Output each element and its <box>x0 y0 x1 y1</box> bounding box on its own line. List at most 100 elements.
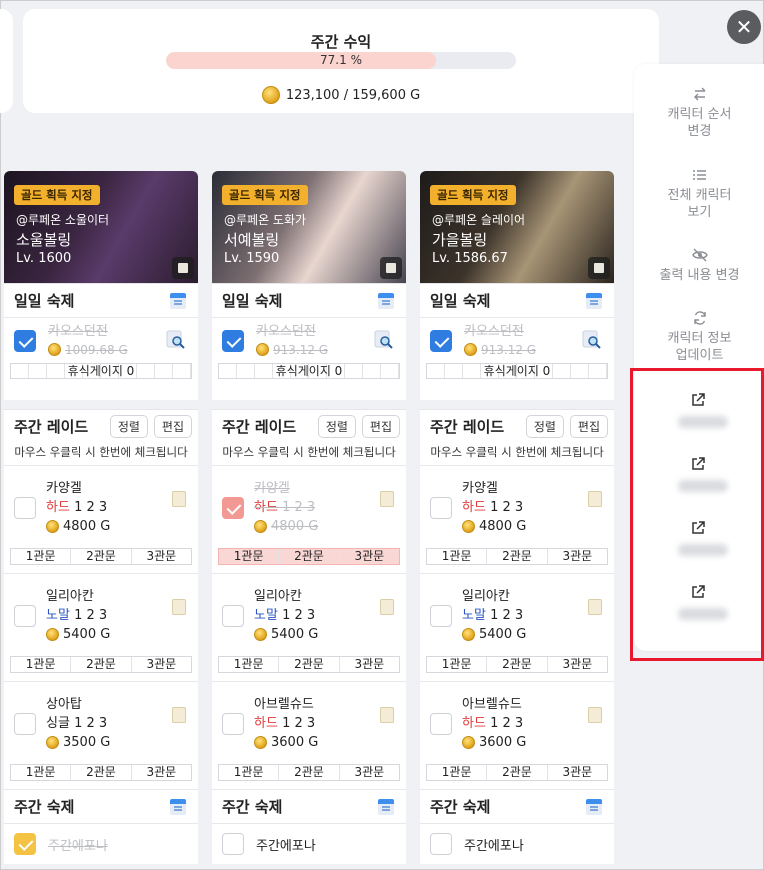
gate-1[interactable]: 1관문 <box>219 549 280 564</box>
raid-gates: 1 2 3 <box>490 716 524 731</box>
gold-coin-icon <box>462 628 475 641</box>
edit-button[interactable]: 편집 <box>569 415 608 438</box>
gate-3[interactable]: 3관문 <box>340 657 399 672</box>
raid-checkbox[interactable] <box>222 497 244 519</box>
gate-1[interactable]: 1관문 <box>11 765 72 780</box>
sort-button[interactable]: 정렬 <box>317 415 356 438</box>
weekly-task-checkbox[interactable] <box>222 833 244 855</box>
raid-memo-icon[interactable] <box>588 491 602 507</box>
edit-button[interactable]: 편집 <box>361 415 400 438</box>
raid-item: 일리아칸 노말 1 2 3 5400 G 1관문 2관문 3관문 <box>420 574 614 681</box>
memo-icon[interactable] <box>378 798 394 815</box>
gold-designation-badge: 골드 획득 지정 <box>222 185 308 205</box>
gate-1[interactable]: 1관문 <box>11 657 72 672</box>
gate-2[interactable]: 2관문 <box>487 657 548 672</box>
gate-1[interactable]: 1관문 <box>11 549 72 564</box>
raid-checkbox[interactable] <box>222 605 244 627</box>
gate-3[interactable]: 3관문 <box>132 549 191 564</box>
side-item-all-characters[interactable]: 전체 캐릭터 보기 <box>634 167 764 221</box>
raid-memo-icon[interactable] <box>380 491 394 507</box>
weekly-task-checkbox[interactable] <box>430 833 452 855</box>
raid-memo-icon[interactable] <box>172 491 186 507</box>
sort-button[interactable]: 정렬 <box>109 415 148 438</box>
raid-memo-icon[interactable] <box>380 707 394 723</box>
raid-gold-line: 3500 G <box>46 733 110 752</box>
gate-2[interactable]: 2관문 <box>279 657 340 672</box>
raid-difficulty-line: 하드 1 2 3 <box>462 714 526 733</box>
raid-info: 아브렐슈드 하드 1 2 3 3600 G <box>254 695 318 752</box>
daily-task-gold-line: 1009.68 G <box>48 341 128 359</box>
raid-memo-icon[interactable] <box>172 707 186 723</box>
weekly-task-checkbox[interactable] <box>14 833 36 855</box>
raid-gate-bar: 1관문 2관문 3관문 <box>426 764 608 781</box>
sort-button[interactable]: 정렬 <box>525 415 564 438</box>
memo-icon[interactable] <box>586 292 602 309</box>
raid-checkbox[interactable] <box>222 713 244 735</box>
character-portrait-card[interactable]: 골드 획득 지정 @루페온 도화가 서예볼링 Lv. 1590 <box>212 171 406 283</box>
raid-gate-bar: 1관문 2관문 3관문 <box>426 656 608 673</box>
search-icon[interactable] <box>374 330 394 350</box>
side-item-output-settings[interactable]: 출력 내용 변경 <box>634 247 764 284</box>
side-item-reorder-characters[interactable]: 캐릭터 순서 변경 <box>634 86 764 140</box>
gate-1[interactable]: 1관문 <box>427 657 488 672</box>
raid-memo-icon[interactable] <box>380 599 394 615</box>
raid-memo-icon[interactable] <box>588 707 602 723</box>
side-item-update-character-info[interactable]: 캐릭터 정보 업데이트 <box>634 310 764 364</box>
edit-button[interactable]: 편집 <box>153 415 192 438</box>
gate-3[interactable]: 3관문 <box>132 657 191 672</box>
gate-2[interactable]: 2관문 <box>71 549 132 564</box>
search-icon[interactable] <box>582 330 602 350</box>
gate-1[interactable]: 1관문 <box>219 765 280 780</box>
character-portrait-card[interactable]: 골드 획득 지정 @루페온 소울이터 소울볼링 Lv. 1600 <box>4 171 198 283</box>
raid-checkbox[interactable] <box>14 605 36 627</box>
raid-checkbox[interactable] <box>14 713 36 735</box>
character-portrait-card[interactable]: 골드 획득 지정 @루페온 슬레이어 가을볼링 Lv. 1586.67 <box>420 171 614 283</box>
gate-3[interactable]: 3관문 <box>132 765 191 780</box>
raid-gold-line: 3600 G <box>254 733 318 752</box>
daily-task-checkbox[interactable] <box>222 329 244 352</box>
raid-difficulty-line: 하드 1 2 3 <box>254 498 318 517</box>
gate-3[interactable]: 3관문 <box>548 657 607 672</box>
raid-difficulty-line: 노말 1 2 3 <box>462 606 526 625</box>
gate-2[interactable]: 2관문 <box>279 765 340 780</box>
character-memo-icon[interactable] <box>380 257 402 279</box>
daily-task-checkbox[interactable] <box>14 329 36 352</box>
character-memo-icon[interactable] <box>172 257 194 279</box>
raid-checkbox[interactable] <box>430 713 452 735</box>
raid-difficulty-line: 하드 1 2 3 <box>462 498 526 517</box>
gate-3[interactable]: 3관문 <box>340 765 399 780</box>
search-icon[interactable] <box>166 330 186 350</box>
raid-memo-icon[interactable] <box>172 599 186 615</box>
raid-checkbox[interactable] <box>430 497 452 519</box>
raid-name: 카양겔 <box>46 481 82 496</box>
raid-gold-line: 4800 G <box>46 517 110 536</box>
memo-icon[interactable] <box>378 292 394 309</box>
raid-item: 상아탑 싱글 1 2 3 3500 G 1관문 2관문 3관문 <box>4 682 198 789</box>
raid-name: 카양겔 <box>254 481 290 496</box>
memo-icon[interactable] <box>170 292 186 309</box>
character-server-class: @루페온 소울이터 <box>16 213 110 227</box>
raid-difficulty: 하드 <box>462 500 486 515</box>
gold-coin-icon <box>48 343 61 356</box>
gate-1[interactable]: 1관문 <box>427 549 488 564</box>
memo-icon[interactable] <box>586 798 602 815</box>
gate-2[interactable]: 2관문 <box>279 549 340 564</box>
gate-2[interactable]: 2관문 <box>487 765 548 780</box>
gate-1[interactable]: 1관문 <box>427 765 488 780</box>
memo-icon[interactable] <box>170 798 186 815</box>
weekly-homework-header: 주간 숙제 <box>420 790 614 823</box>
character-memo-icon[interactable] <box>588 257 610 279</box>
gate-2[interactable]: 2관문 <box>71 765 132 780</box>
raid-checkbox[interactable] <box>14 497 36 519</box>
raid-memo-icon[interactable] <box>588 599 602 615</box>
gate-1[interactable]: 1관문 <box>219 657 280 672</box>
gate-2[interactable]: 2관문 <box>487 549 548 564</box>
gate-3[interactable]: 3관문 <box>548 765 607 780</box>
gate-2[interactable]: 2관문 <box>71 657 132 672</box>
raid-checkbox[interactable] <box>430 605 452 627</box>
gate-3[interactable]: 3관문 <box>340 549 399 564</box>
gate-3[interactable]: 3관문 <box>548 549 607 564</box>
daily-task-checkbox[interactable] <box>430 329 452 352</box>
gold-coin-icon <box>261 86 280 104</box>
close-button[interactable]: ✕ <box>727 10 761 44</box>
